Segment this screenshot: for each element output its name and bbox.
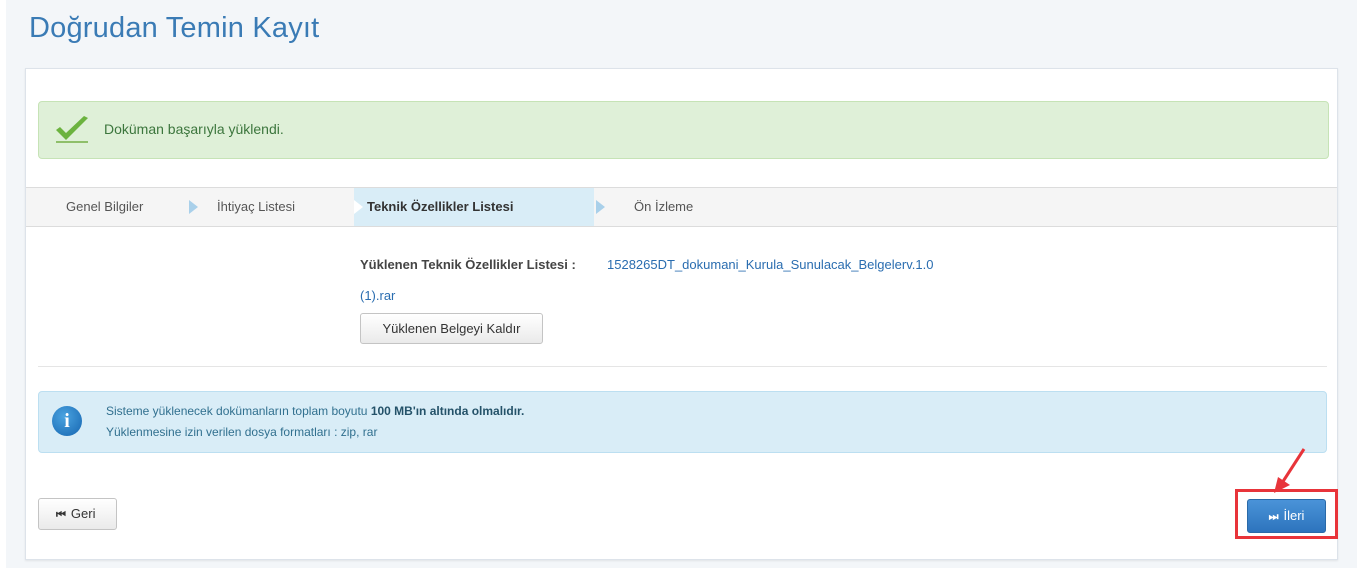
uploaded-file-link-continued[interactable]: (1).rar bbox=[360, 288, 395, 303]
info-size-limit: Sisteme yüklenecek dokümanların toplam b… bbox=[106, 404, 524, 418]
main-panel: Doküman başarıyla yüklendi. Genel Bilgil… bbox=[25, 68, 1338, 560]
check-icon bbox=[56, 116, 88, 143]
info-size-bold: 100 MB'ın altında olmalıdır. bbox=[370, 404, 525, 418]
page-title: Doğrudan Temin Kayıt bbox=[29, 12, 320, 44]
step-arrow-icon bbox=[354, 200, 363, 214]
back-label: Geri bbox=[70, 506, 96, 521]
info-formats: Yüklenmesine izin verilen dosya formatla… bbox=[106, 425, 378, 439]
step-ihtiyac-listesi[interactable]: İhtiyaç Listesi bbox=[217, 188, 295, 226]
wizard-steps: Genel Bilgiler İhtiyaç Listesi Teknik Öz… bbox=[26, 187, 1337, 227]
info-alert: i Sisteme yüklenecek dokümanların toplam… bbox=[38, 391, 1327, 453]
remove-document-button[interactable]: Yüklenen Belgeyi Kaldır bbox=[360, 313, 543, 344]
uploaded-file-link[interactable]: 1528265DT_dokumani_Kurula_Sunulacak_Belg… bbox=[607, 257, 933, 272]
info-icon: i bbox=[52, 406, 82, 436]
step-on-izleme[interactable]: Ön İzleme bbox=[634, 188, 693, 226]
back-button[interactable]: ⏮ Geri bbox=[38, 498, 117, 530]
success-message: Doküman başarıyla yüklendi. bbox=[104, 121, 284, 137]
info-size-text: Sisteme yüklenecek dokümanların toplam b… bbox=[106, 404, 368, 418]
step-arrow-icon bbox=[189, 200, 198, 214]
success-alert: Doküman başarıyla yüklendi. bbox=[38, 101, 1329, 159]
step-arrow-icon bbox=[596, 200, 605, 214]
uploaded-file-label: Yüklenen Teknik Özellikler Listesi : bbox=[360, 257, 576, 272]
annotation-highlight-box bbox=[1235, 489, 1338, 539]
step-genel-bilgiler[interactable]: Genel Bilgiler bbox=[66, 188, 143, 226]
annotation-arrow-icon bbox=[1274, 448, 1306, 493]
skip-back-icon: ⏮ bbox=[56, 509, 66, 521]
divider bbox=[38, 366, 1327, 367]
step-teknik-ozellikler-listesi[interactable]: Teknik Özellikler Listesi bbox=[354, 188, 594, 226]
